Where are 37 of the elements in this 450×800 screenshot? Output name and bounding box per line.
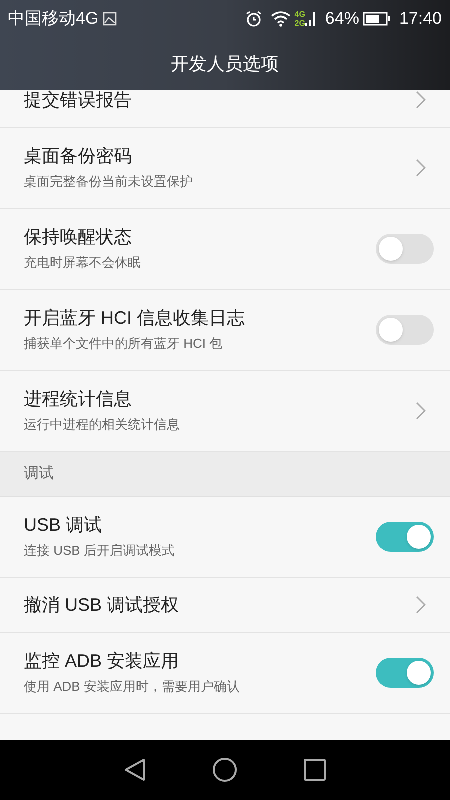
network-label: 4G	[294, 10, 306, 19]
chevron-right-icon	[416, 159, 426, 177]
setting-description: 捕获单个文件中的所有蓝牙 HCI 包	[24, 335, 224, 354]
setting-description: 使用 ADB 安装应用时，需要用户确认	[24, 678, 241, 696]
image-icon	[102, 12, 117, 26]
network-label: 2G	[294, 19, 306, 28]
setting-description: 运行中进程的相关统计信息	[24, 416, 181, 434]
screen-title: 开发人员选项	[171, 52, 279, 76]
clock-time: 17:40	[399, 8, 442, 30]
toggle-switch[interactable]	[376, 658, 434, 688]
home-icon[interactable]	[212, 758, 237, 782]
back-icon[interactable]	[124, 758, 146, 782]
chevron-right-icon	[416, 91, 426, 109]
setting-description: 桌面完整备份当前未设置保护	[24, 173, 194, 192]
setting-title[interactable]: 提交错误报告	[24, 90, 416, 112]
battery-percent: 64%	[325, 8, 360, 30]
signal-icon	[305, 10, 318, 28]
carrier-name: 中国移动4G	[8, 8, 99, 30]
toggle-switch[interactable]	[376, 315, 434, 345]
alarm-icon	[244, 10, 263, 28]
setting-title[interactable]: 保持唤醒状态	[24, 225, 376, 250]
setting-title[interactable]: 桌面备份密码	[24, 144, 416, 168]
section-header: 调试	[24, 464, 54, 484]
toggle-switch[interactable]	[376, 234, 434, 264]
setting-description: 连接 USB 后开启调试模式	[24, 542, 176, 560]
setting-title[interactable]: 进程统计信息	[24, 387, 416, 412]
setting-description: 充电时屏幕不会休眠	[24, 254, 142, 272]
chevron-right-icon	[416, 596, 426, 614]
wifi-icon	[270, 11, 291, 27]
chevron-right-icon	[416, 402, 426, 420]
setting-title[interactable]: 监控 ADB 安装应用	[24, 649, 376, 674]
setting-title[interactable]: 撤消 USB 调试授权	[24, 593, 416, 617]
setting-title[interactable]: 开启蓝牙 HCI 信息收集日志	[24, 306, 376, 330]
battery-icon	[363, 12, 392, 26]
recents-icon[interactable]	[304, 759, 326, 781]
setting-title[interactable]: USB 调试	[24, 513, 376, 538]
toggle-switch[interactable]	[376, 522, 434, 552]
